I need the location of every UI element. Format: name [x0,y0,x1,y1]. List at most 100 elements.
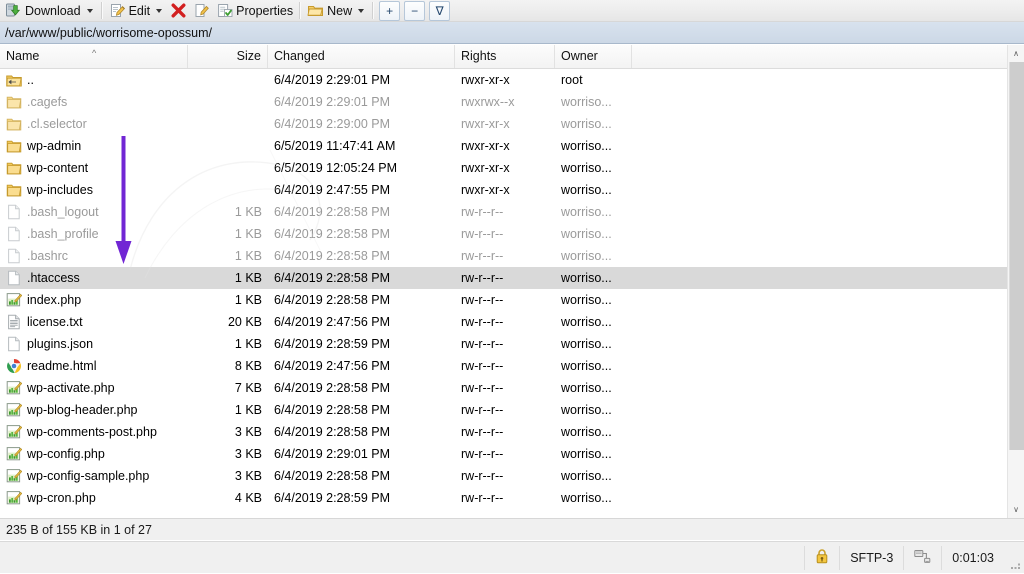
file-name-cell[interactable]: .. [0,69,188,91]
toolbar-separator-1 [101,2,103,19]
scroll-up-button[interactable]: ∧ [1008,45,1024,62]
table-row[interactable]: .cagefs6/4/2019 2:29:01 PMrwxrwx--xworri… [0,91,1024,113]
column-header-rights[interactable]: Rights [455,45,555,68]
select-add-button[interactable]: + [379,1,400,21]
file-name-label: .. [27,69,34,91]
toolbar-button-rename[interactable] [190,1,213,21]
remote-connection-indicator[interactable] [903,546,941,570]
toolbar-label-new: New [327,4,352,18]
folder-icon [6,160,22,176]
text-file-icon [6,314,22,330]
file-name-cell[interactable]: wp-config-sample.php [0,465,188,487]
file-name-label: wp-config-sample.php [27,465,149,487]
table-row[interactable]: plugins.json1 KB6/4/2019 2:28:59 PMrw-r-… [0,333,1024,355]
table-row[interactable]: index.php1 KB6/4/2019 2:28:58 PMrw-r--r-… [0,289,1024,311]
file-name-cell[interactable]: wp-cron.php [0,487,188,509]
file-changed-cell: 6/4/2019 2:28:59 PM [268,333,455,355]
file-name-cell[interactable]: license.txt [0,311,188,333]
table-row[interactable]: ..6/4/2019 2:29:01 PMrwxr-xr-xroot [0,69,1024,91]
scroll-down-button[interactable]: ∨ [1008,501,1024,518]
file-rights-cell: rw-r--r-- [455,311,555,333]
file-name-cell[interactable]: plugins.json [0,333,188,355]
table-row[interactable]: wp-config-sample.php3 KB6/4/2019 2:28:58… [0,465,1024,487]
table-row[interactable]: wp-cron.php4 KB6/4/2019 2:28:59 PMrw-r--… [0,487,1024,509]
new-folder-icon [307,2,324,19]
scrollbar-thumb[interactable] [1009,62,1024,450]
delete-icon [170,2,187,19]
address-bar[interactable]: /var/www/public/worrisome-opossum/ [0,22,1024,44]
file-name-cell[interactable]: .cagefs [0,91,188,113]
column-header-changed[interactable]: Changed [268,45,455,68]
file-name-cell[interactable]: wp-admin [0,135,188,157]
file-changed-cell: 6/4/2019 2:28:58 PM [268,465,455,487]
properties-icon [216,2,233,19]
toolbar-button-download[interactable]: Download [2,1,98,21]
table-row[interactable]: readme.html8 KB6/4/2019 2:47:56 PMrw-r--… [0,355,1024,377]
file-changed-cell: 6/4/2019 2:28:59 PM [268,487,455,509]
file-changed-cell: 6/4/2019 2:28:58 PM [268,201,455,223]
file-name-cell[interactable]: wp-comments-post.php [0,421,188,443]
file-size-cell: 4 KB [188,487,268,509]
file-name-label: wp-blog-header.php [27,399,138,421]
table-row[interactable]: wp-admin6/5/2019 11:47:41 AMrwxr-xr-xwor… [0,135,1024,157]
file-name-cell[interactable]: .htaccess [0,267,188,289]
file-name-cell[interactable]: readme.html [0,355,188,377]
table-row[interactable]: license.txt20 KB6/4/2019 2:47:56 PMrw-r-… [0,311,1024,333]
file-name-cell[interactable]: index.php [0,289,188,311]
table-row[interactable]: .cl.selector6/4/2019 2:29:00 PMrwxr-xr-x… [0,113,1024,135]
file-changed-cell: 6/4/2019 2:29:01 PM [268,443,455,465]
php-file-icon [6,380,22,396]
file-changed-cell: 6/4/2019 2:47:56 PM [268,355,455,377]
table-row[interactable]: wp-blog-header.php1 KB6/4/2019 2:28:58 P… [0,399,1024,421]
file-name-cell[interactable]: .cl.selector [0,113,188,135]
file-changed-cell: 6/4/2019 2:29:01 PM [268,91,455,113]
file-name-cell[interactable]: .bash_profile [0,223,188,245]
file-name-cell[interactable]: wp-activate.php [0,377,188,399]
protocol-indicator[interactable]: SFTP-3 [839,546,903,570]
file-rights-cell: rwxr-xr-x [455,69,555,91]
chevron-down-icon-edit[interactable] [156,9,162,13]
table-row[interactable]: .htaccess1 KB6/4/2019 2:28:58 PMrw-r--r-… [0,267,1024,289]
select-remove-button[interactable]: − [404,1,425,21]
column-header-owner[interactable]: Owner [555,45,632,68]
php-file-icon [6,292,22,308]
toolbar-button-properties[interactable]: Properties [213,1,296,21]
file-owner-cell: root [555,69,632,91]
file-rights-cell: rwxrwx--x [455,91,555,113]
secure-connection-indicator[interactable] [804,546,839,570]
vertical-scrollbar[interactable]: ∧ ∨ [1007,45,1024,518]
file-owner-cell: worriso... [555,179,632,201]
selection-summary-text: 235 B of 155 KB in 1 of 27 [6,523,152,537]
chevron-down-icon-download[interactable] [87,9,93,13]
file-name-cell[interactable]: wp-content [0,157,188,179]
table-row[interactable]: wp-includes6/4/2019 2:47:55 PMrwxr-xr-xw… [0,179,1024,201]
blank-file-icon [6,270,22,286]
toolbar-button-edit[interactable]: Edit [106,1,168,21]
file-owner-cell: worriso... [555,399,632,421]
toolbar-button-new[interactable]: New [304,1,369,21]
chevron-down-icon-new[interactable] [358,9,364,13]
file-name-cell[interactable]: .bashrc [0,245,188,267]
table-row[interactable]: .bash_logout1 KB6/4/2019 2:28:58 PMrw-r-… [0,201,1024,223]
table-row[interactable]: wp-content6/5/2019 12:05:24 PMrwxr-xr-xw… [0,157,1024,179]
file-changed-cell: 6/4/2019 2:28:58 PM [268,245,455,267]
table-row[interactable]: wp-comments-post.php3 KB6/4/2019 2:28:58… [0,421,1024,443]
file-name-cell[interactable]: wp-config.php [0,443,188,465]
elapsed-time-indicator: 0:01:03 [941,546,1004,570]
table-row[interactable]: wp-config.php3 KB6/4/2019 2:29:01 PMrw-r… [0,443,1024,465]
file-rights-cell: rw-r--r-- [455,443,555,465]
file-owner-cell: worriso... [555,421,632,443]
file-name-cell[interactable]: wp-blog-header.php [0,399,188,421]
table-row[interactable]: .bash_profile1 KB6/4/2019 2:28:58 PMrw-r… [0,223,1024,245]
lock-icon [815,548,829,567]
table-row[interactable]: .bashrc1 KB6/4/2019 2:28:58 PMrw-r--r--w… [0,245,1024,267]
toolbar-button-delete[interactable] [167,1,190,21]
select-filter-button[interactable]: ∇ [429,1,450,21]
remote-connection-icon [914,548,931,567]
column-header-size[interactable]: Size [188,45,268,68]
table-row[interactable]: wp-activate.php7 KB6/4/2019 2:28:58 PMrw… [0,377,1024,399]
file-name-cell[interactable]: .bash_logout [0,201,188,223]
resize-grip-icon[interactable] [1008,557,1022,571]
file-name-cell[interactable]: wp-includes [0,179,188,201]
file-name-label: .bashrc [27,245,68,267]
